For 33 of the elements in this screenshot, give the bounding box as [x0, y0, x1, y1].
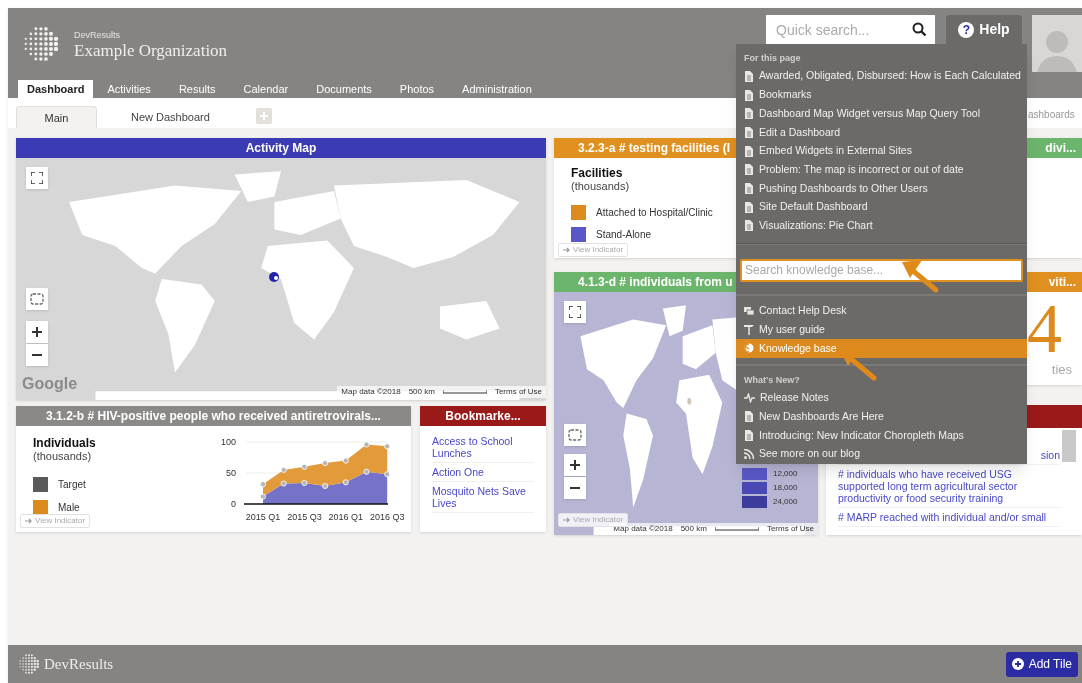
tile-header: 3.1.2-b # HIV-positive people who received antiretrovirals... — [16, 406, 411, 426]
menu-heading: What's New? — [743, 373, 801, 387]
unit-label: (thousands) — [33, 450, 92, 463]
map-attribution: Map data ©2018 — [341, 386, 401, 398]
axis-label: 2015 Q1 — [245, 512, 281, 522]
legend-label: 18,000 — [773, 482, 798, 494]
measure-title: Individuals — [33, 436, 96, 450]
axis-label: 2016 Q1 — [328, 512, 364, 522]
caption-text: ties — [1051, 361, 1072, 379]
axis-label: 2015 Q3 — [287, 512, 322, 522]
tile-header: Bookmarke... — [420, 406, 546, 426]
brand-name: DevResults — [74, 29, 121, 41]
axis-label: 50 — [226, 468, 236, 478]
google-logo: Google — [22, 374, 78, 394]
footer-brand: DevResults — [44, 654, 114, 674]
legend-label: Male — [58, 501, 80, 515]
legend-label: Attached to Hospital/Clinic — [596, 206, 713, 220]
legend-label: 12,000 — [773, 468, 798, 480]
map-attribution: 500 km — [408, 386, 435, 398]
map-attribution: 500 km — [680, 523, 707, 535]
axis-label: 2016 Q3 — [369, 512, 405, 522]
unit-label: (thousands) — [571, 180, 630, 193]
axis-label: 100 — [220, 437, 236, 447]
axis-label: 0 — [231, 499, 236, 509]
question-mark-icon: ? — [958, 21, 975, 38]
measure-title: Facilities — [571, 166, 623, 180]
tile-header: Activity Map — [16, 138, 546, 158]
big-number: 4 — [1027, 296, 1062, 362]
menu-heading: For this page — [743, 52, 802, 65]
legend-label: 24,000 — [773, 496, 798, 508]
organization-name: Example Organization — [74, 41, 228, 61]
legend-label: Target — [58, 478, 86, 492]
legend-label: Stand-Alone — [596, 228, 652, 242]
